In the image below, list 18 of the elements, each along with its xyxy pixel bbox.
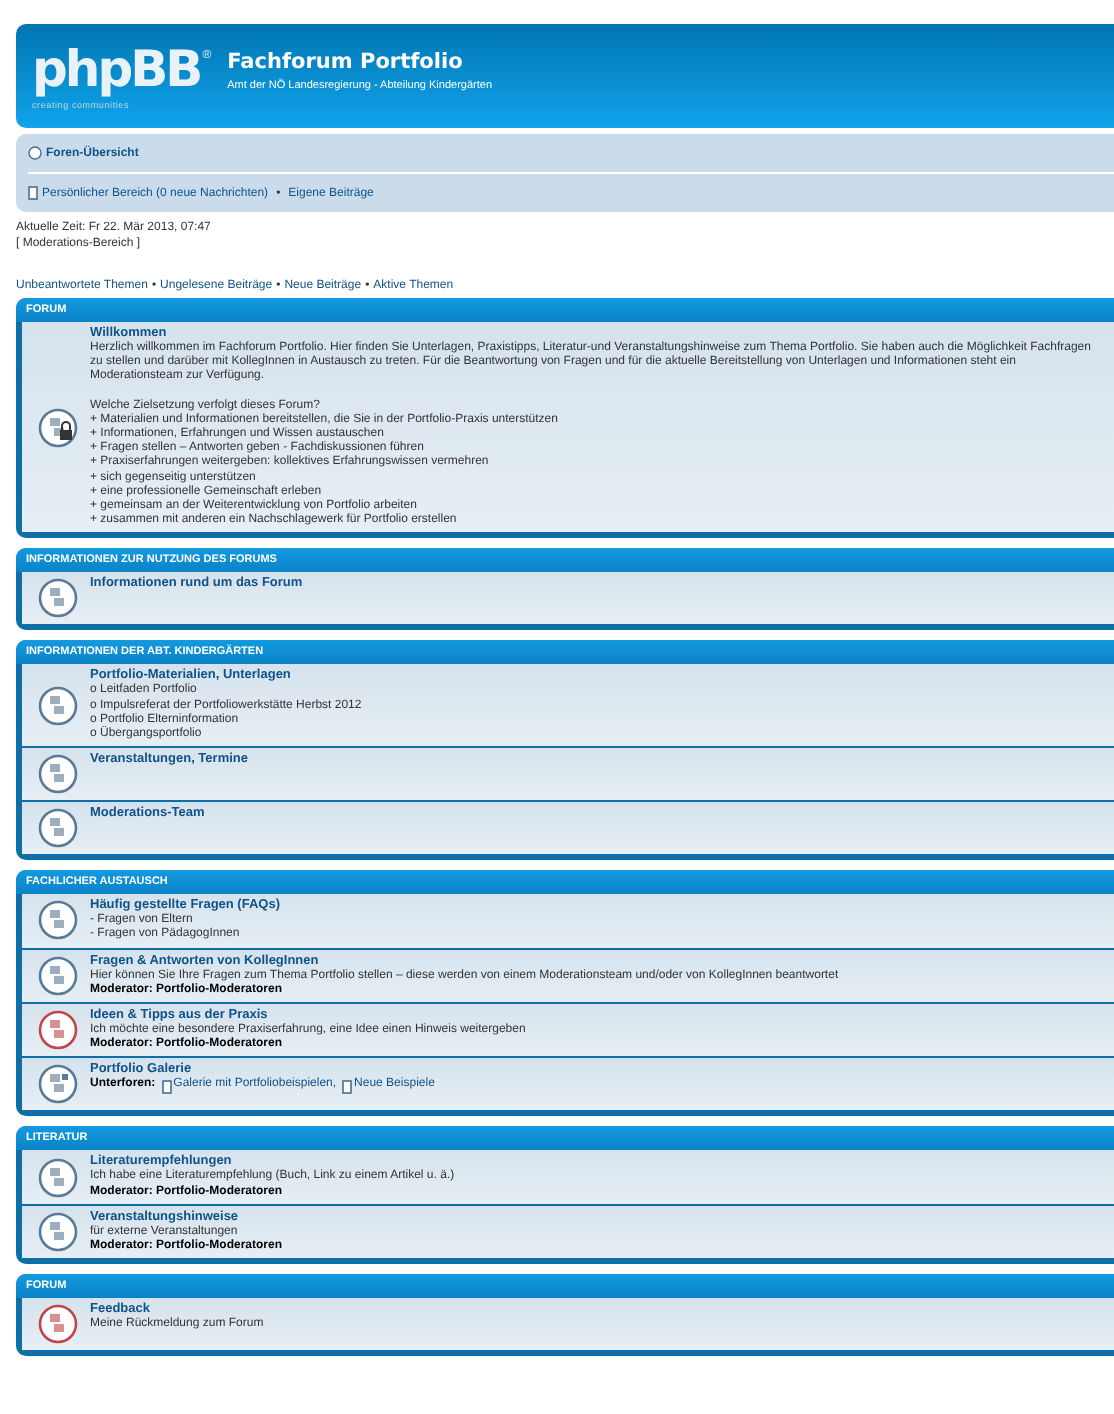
forum-icon [38, 1304, 78, 1345]
forum-icon [38, 900, 78, 941]
forum-icon [38, 1064, 78, 1105]
forum-icon [38, 685, 78, 726]
document-icon [161, 1079, 172, 1094]
site-title: Fachforum Portfolio [227, 49, 465, 73]
locked-forum-icon [38, 407, 78, 448]
home-icon [28, 146, 42, 160]
forum-icon [38, 578, 78, 619]
document-icon [342, 1079, 353, 1094]
site-logo[interactable]: phpBB [32, 40, 201, 100]
forum-icon [38, 1010, 78, 1051]
forum-icon [38, 808, 78, 849]
forum-icon [38, 754, 78, 795]
forum-icon [38, 955, 78, 996]
forum-icon [38, 1157, 78, 1198]
document-icon [28, 186, 38, 200]
forum-icon [38, 1212, 78, 1253]
